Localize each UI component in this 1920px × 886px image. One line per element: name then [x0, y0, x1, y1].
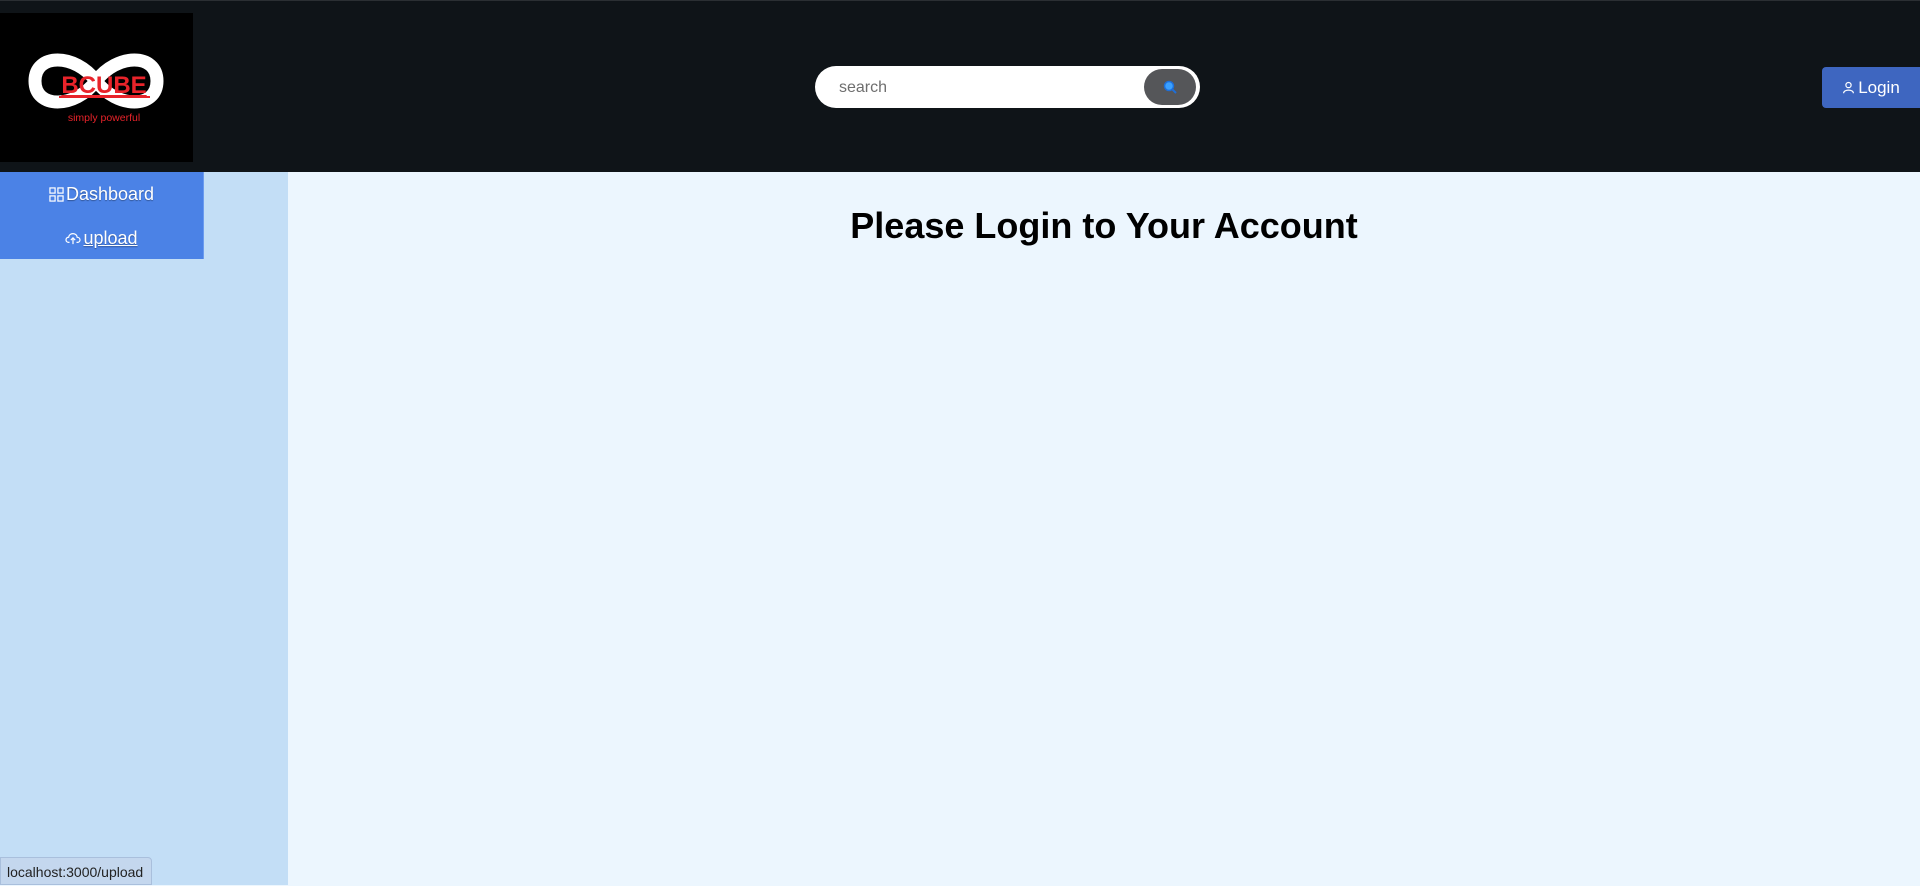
sidebar-item-upload[interactable]: upload	[0, 216, 203, 260]
infinity-logo-icon: BCUBE simply powerful	[28, 53, 164, 124]
search-button[interactable]	[1144, 69, 1196, 105]
dashboard-grid-icon	[49, 186, 64, 202]
search-input[interactable]	[837, 75, 1141, 101]
logo-tagline: simply powerful	[68, 112, 140, 124]
sidebar: Dashboard upload	[0, 172, 288, 885]
sidebar-item-dashboard[interactable]: Dashboard	[0, 172, 203, 216]
page-title: Please Login to Your Account	[850, 205, 1358, 246]
sidebar-nav: Dashboard upload	[0, 172, 204, 259]
sidebar-item-label: upload	[83, 227, 138, 248]
search-icon	[1163, 80, 1177, 94]
logo-text: BCUBE	[61, 72, 146, 99]
login-button[interactable]: Login	[1822, 67, 1920, 108]
cloud-upload-icon	[65, 233, 82, 245]
top-header: BCUBE simply powerful Login	[0, 0, 1920, 172]
browser-status-url: localhost:3000/upload	[0, 857, 153, 885]
search-bar	[815, 66, 1200, 108]
brand-logo[interactable]: BCUBE simply powerful	[0, 13, 193, 162]
login-label: Login	[1858, 77, 1900, 97]
sidebar-item-label: Dashboard	[65, 183, 155, 204]
user-icon	[1843, 81, 1855, 94]
